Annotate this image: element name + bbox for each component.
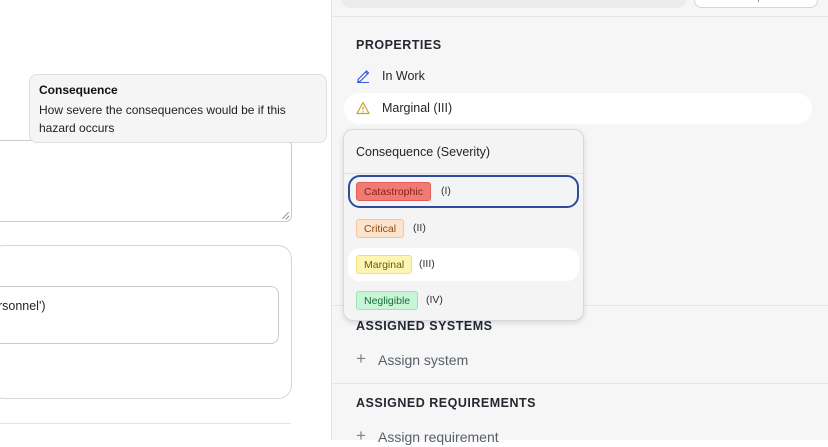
option-critical[interactable]: Critical (II): [348, 212, 579, 245]
severity-roman: (II): [413, 222, 426, 234]
status-label: In Work: [382, 69, 425, 83]
warning-triangle-icon: [356, 101, 370, 115]
text-input-field[interactable]: ersonnel'): [0, 286, 279, 344]
plus-icon: +: [356, 426, 366, 445]
option-catastrophic[interactable]: Catastrophic (I): [348, 175, 579, 208]
dropdown-separator: [344, 173, 583, 174]
consequence-value: Marginal (III): [382, 101, 453, 115]
hazard-form-pane: ersonnel'): [0, 0, 331, 440]
tooltip-title: Consequence: [39, 83, 118, 97]
severity-roman: (III): [419, 258, 435, 270]
severity-roman: (IV): [426, 294, 443, 306]
assign-requirement-label: Assign requirement: [378, 429, 499, 445]
plus-icon: +: [356, 349, 366, 368]
assigned-requirements-title: ASSIGNED REQUIREMENTS: [356, 396, 536, 410]
severity-badge: Catastrophic: [356, 182, 431, 201]
dropdown-title: Consequence (Severity): [356, 145, 491, 159]
assign-system-label: Assign system: [378, 352, 469, 368]
pencil-icon: [357, 70, 370, 83]
tooltip-body: How severe the consequences would be if …: [39, 103, 286, 135]
top-toolbar-glyph: ,: [757, 0, 760, 4]
consequence-dropdown: Consequence (Severity) Catastrophic (I) …: [343, 129, 584, 321]
input-value: ersonnel'): [0, 299, 46, 313]
top-toolbar-field[interactable]: [341, 0, 687, 8]
severity-badge: Negligible: [356, 291, 419, 310]
section-divider: [332, 383, 828, 384]
consequence-tooltip: Consequence How severe the consequences …: [29, 74, 327, 143]
severity-badge: Marginal: [356, 255, 413, 274]
panel-divider: [332, 16, 828, 17]
top-toolbar-button[interactable]: ,: [694, 0, 818, 8]
description-textarea[interactable]: [0, 140, 292, 222]
assigned-systems-title: ASSIGNED SYSTEMS: [356, 319, 493, 333]
severity-roman: (I): [441, 185, 451, 197]
status-property-row[interactable]: In Work: [344, 61, 812, 92]
option-negligible[interactable]: Negligible (IV): [348, 284, 579, 317]
properties-section-title: PROPERTIES: [356, 38, 442, 52]
severity-badge: Critical: [356, 219, 405, 238]
resize-grip-icon[interactable]: [281, 211, 289, 219]
form-divider: [0, 423, 291, 424]
option-marginal[interactable]: Marginal (III): [348, 248, 579, 281]
consequence-property-row[interactable]: Marginal (III): [344, 93, 812, 124]
